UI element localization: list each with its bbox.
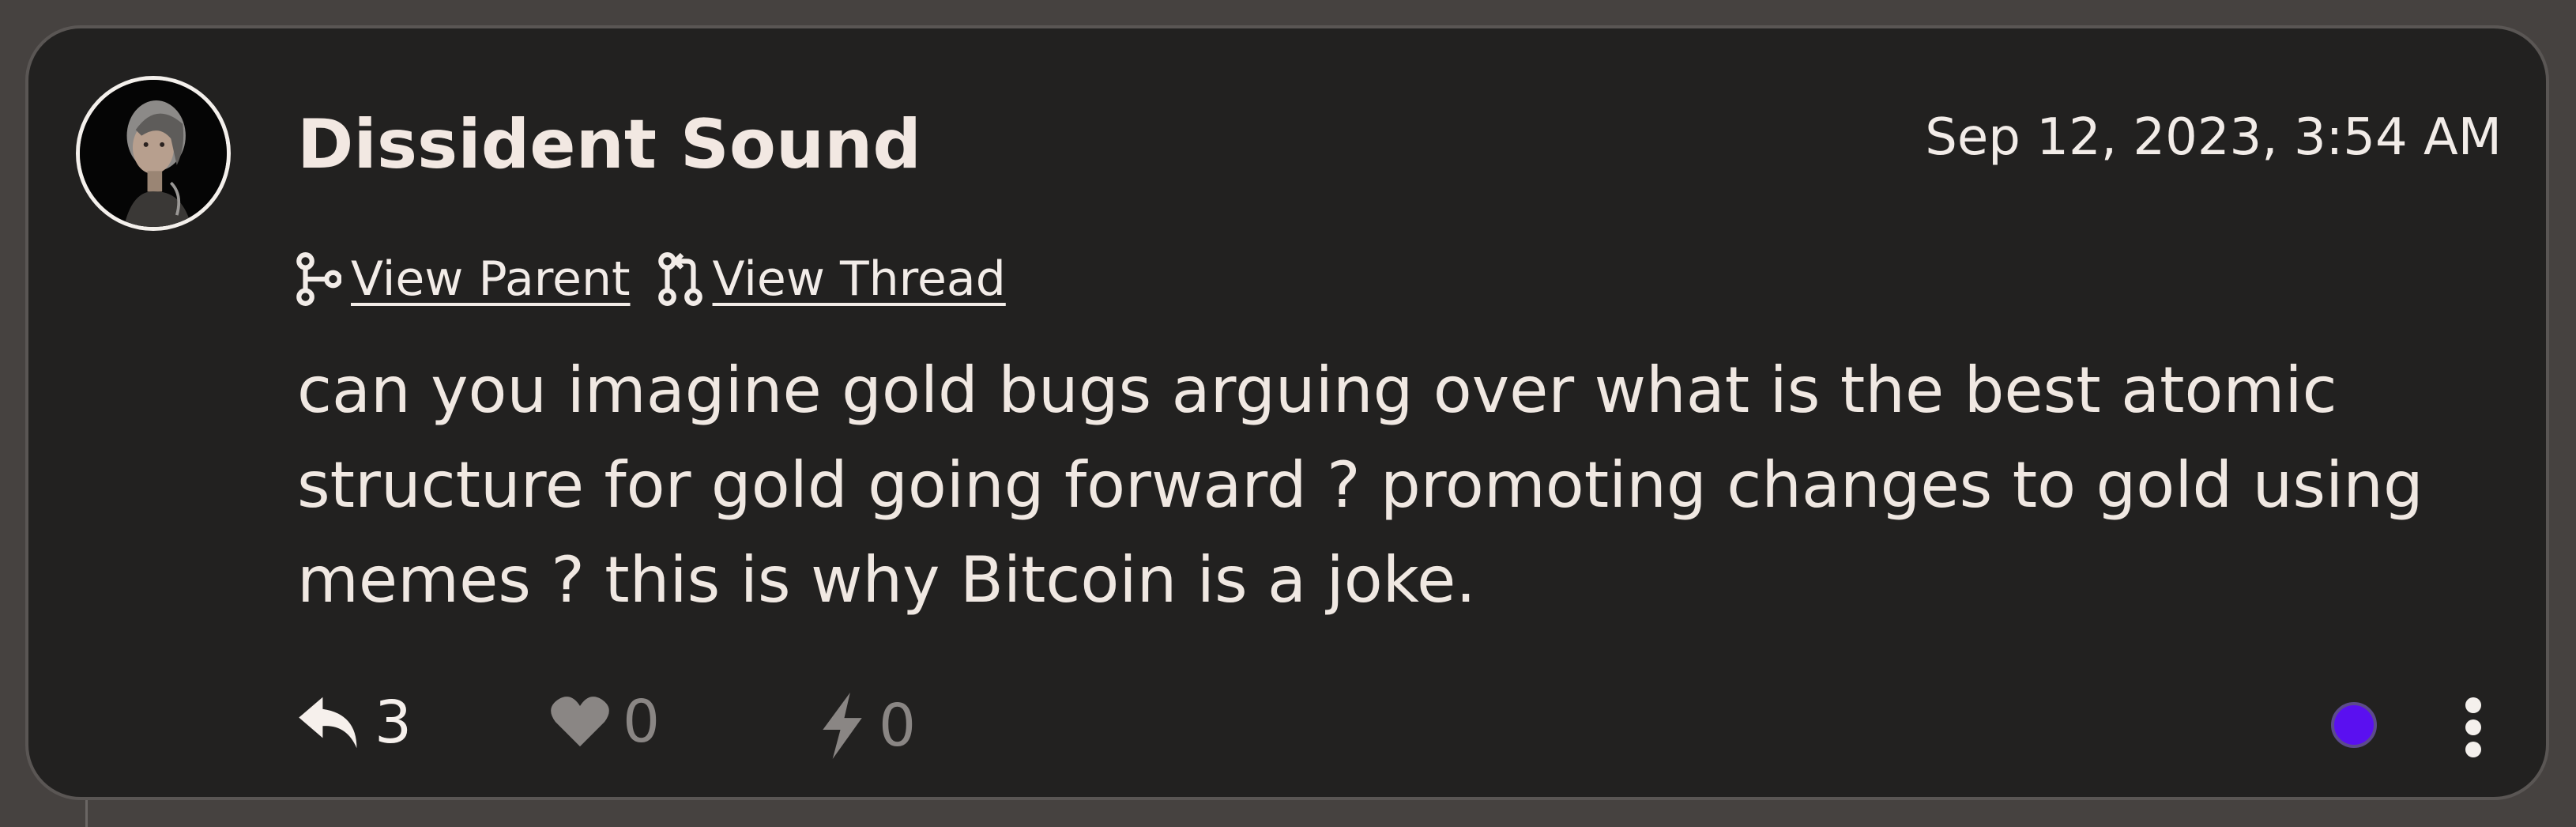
like-count: 0 [623, 688, 661, 756]
git-branch-icon [296, 252, 341, 306]
note-timestamp[interactable]: Sep 12, 2023, 3:54 AM [1925, 112, 2502, 163]
view-thread-link[interactable]: View Thread [657, 251, 1006, 307]
vertical-ellipsis-icon[interactable] [2457, 693, 2489, 761]
author-avatar[interactable] [76, 76, 231, 231]
git-pull-request-icon [657, 252, 702, 306]
avatar-image [80, 80, 227, 227]
reply-count: 3 [375, 689, 412, 757]
note-actions: 3 0 0 [296, 693, 2532, 772]
lightning-bolt-icon [823, 693, 862, 759]
reply-button[interactable]: 3 [296, 693, 412, 753]
zap-button[interactable]: 0 [817, 693, 916, 759]
view-parent-label[interactable]: View Parent [351, 255, 631, 303]
note-links: View Parent View Thread [296, 251, 1033, 307]
author-name[interactable]: Dissident Sound [297, 111, 921, 179]
like-button[interactable]: 0 [548, 693, 660, 751]
heart-icon [551, 697, 609, 747]
view-parent-link[interactable]: View Parent [296, 251, 631, 307]
zap-count: 0 [879, 692, 917, 760]
view-thread-label[interactable]: View Thread [713, 255, 1006, 303]
note-card: Dissident Sound Sep 12, 2023, 3:54 AM Vi… [25, 25, 2549, 800]
relay-status-dot[interactable] [2331, 702, 2377, 748]
reply-arrow-icon [299, 697, 357, 749]
note-content: can you imagine gold bugs arguing over w… [297, 353, 2423, 617]
